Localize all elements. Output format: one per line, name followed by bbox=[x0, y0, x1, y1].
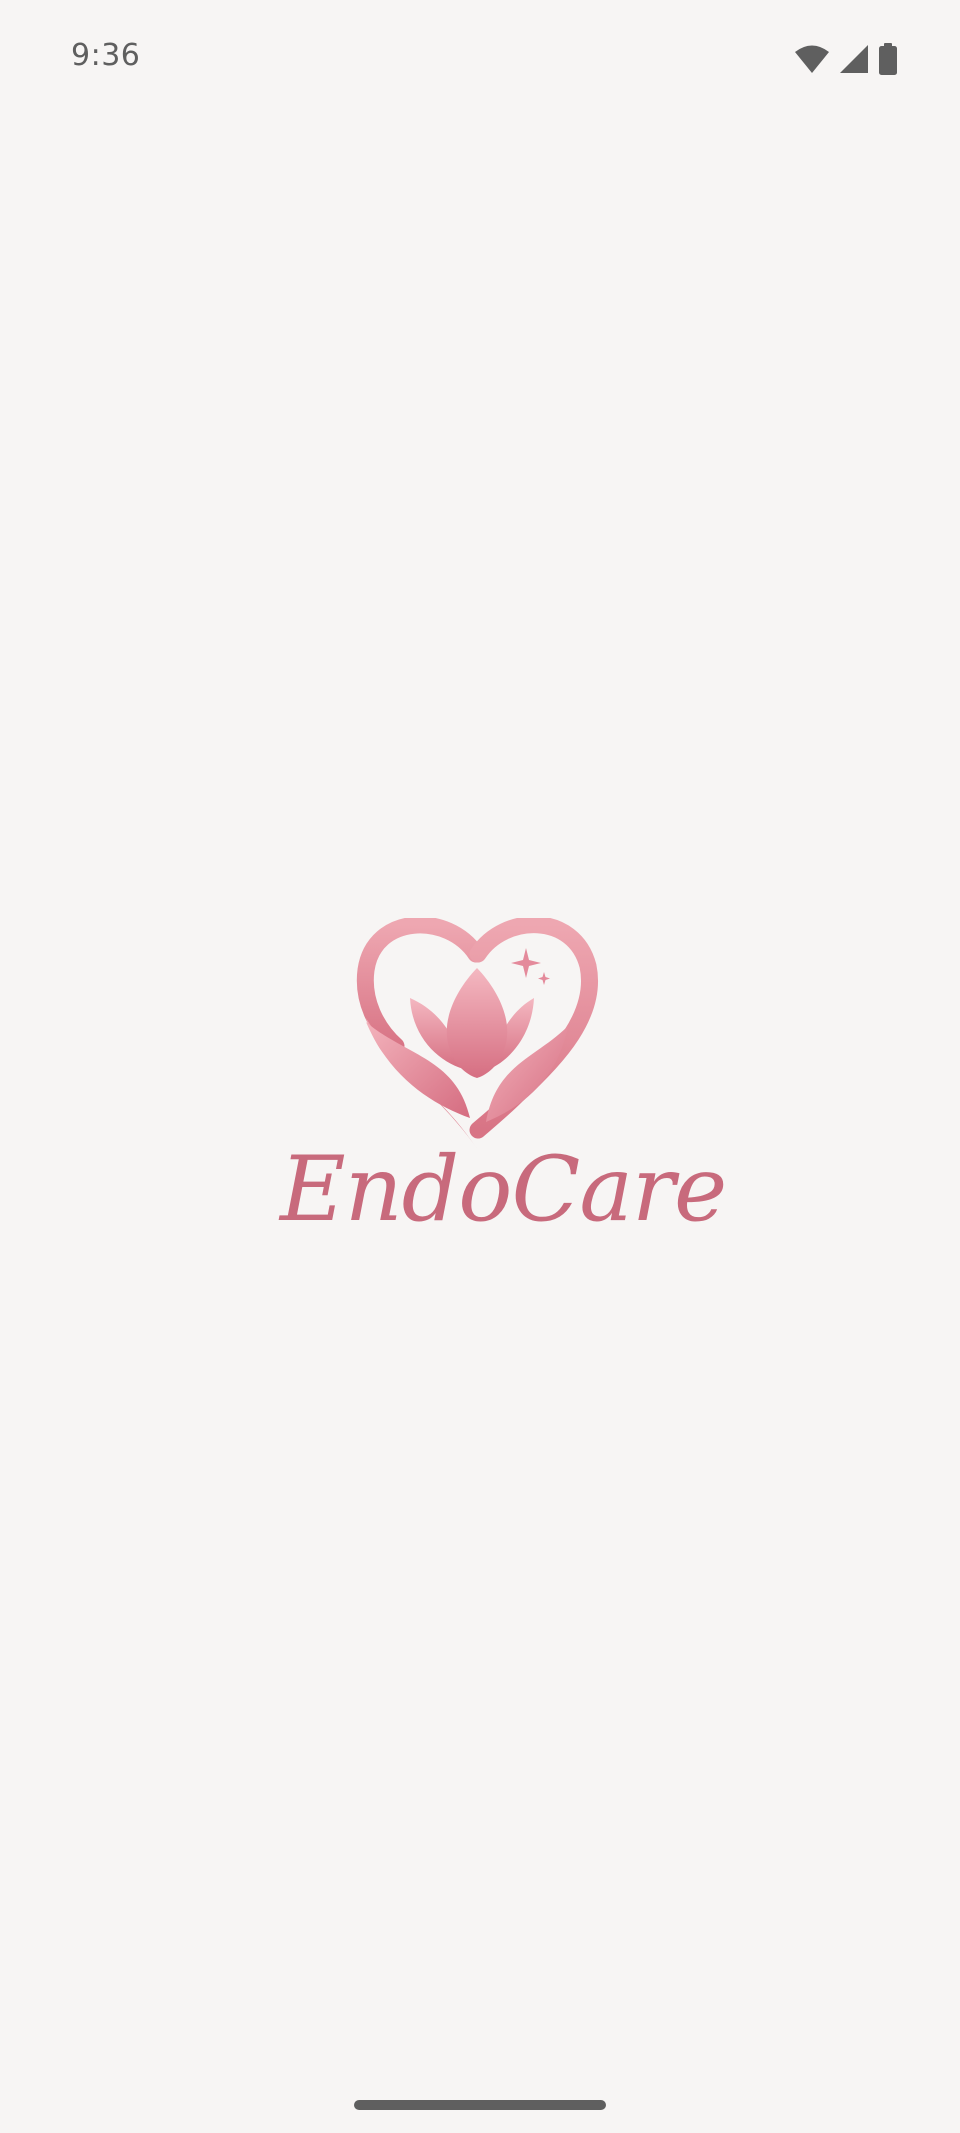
cellular-signal-icon bbox=[840, 45, 868, 73]
battery-icon bbox=[879, 43, 897, 75]
wifi-icon bbox=[795, 45, 829, 73]
app-logo: EndoCare bbox=[280, 918, 727, 1248]
status-time: 9:36 bbox=[71, 38, 141, 73]
status-bar: 9:36 bbox=[0, 0, 960, 120]
heart-lotus-icon bbox=[356, 918, 598, 1150]
home-indicator-bar[interactable] bbox=[354, 2100, 606, 2110]
app-name-wordmark: EndoCare bbox=[280, 1137, 727, 1242]
status-icons bbox=[794, 42, 898, 76]
